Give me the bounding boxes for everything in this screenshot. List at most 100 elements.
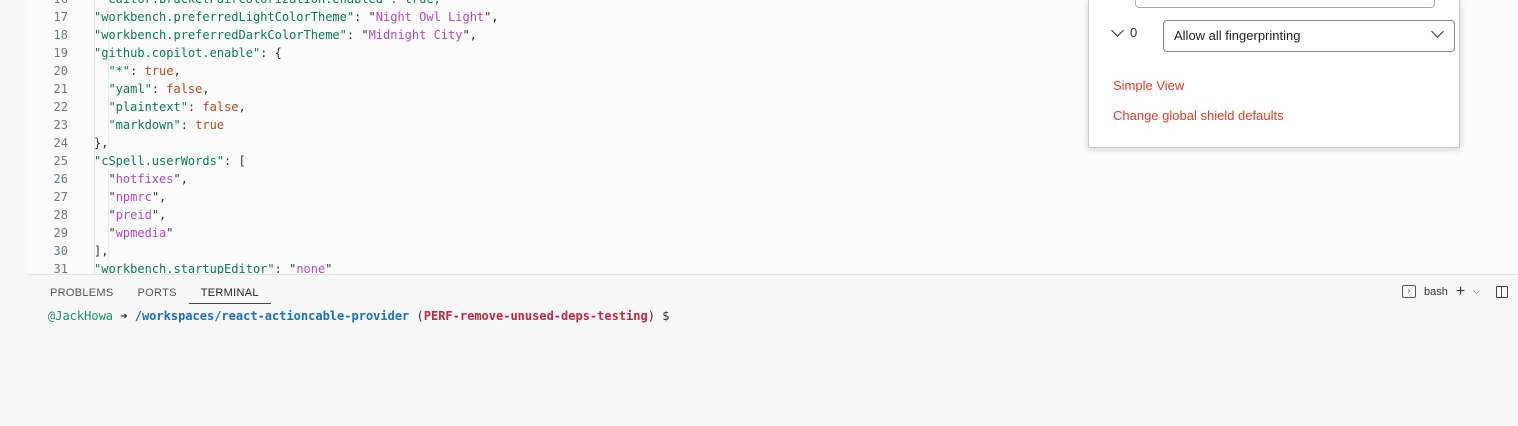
activity-bar	[0, 0, 28, 425]
shields-popup: 0 Allow all fingerprinting Simple View C…	[1088, 0, 1460, 148]
code-token: "workbench.preferredDarkColorTheme"	[94, 28, 347, 42]
split-terminal-icon[interactable]	[1496, 285, 1508, 298]
line-number: 28	[53, 208, 68, 222]
code-token: "	[166, 226, 174, 240]
code-token: "markdown"	[94, 118, 181, 132]
code-line[interactable]: 19 "github.copilot.enable": {	[28, 44, 282, 62]
code-token: ,	[173, 64, 181, 78]
line-number: 27	[53, 190, 68, 204]
code-line[interactable]: 16 "editor.bracketPairColorization.enabl…	[28, 0, 441, 8]
terminal-arrow: ➜	[120, 309, 128, 323]
chevron-down-icon	[1431, 25, 1444, 38]
line-number: 20	[53, 64, 68, 78]
code-line[interactable]: 28 "preid",	[28, 206, 167, 224]
code-token: true	[195, 118, 225, 132]
code-token: hotfixes	[115, 172, 174, 186]
code-token: "	[325, 262, 333, 274]
code-token: :	[187, 100, 203, 114]
terminal-prompt-line[interactable]: @JackHowa ➜ /workspaces/react-actioncabl…	[48, 309, 669, 323]
code-token: ],	[94, 244, 109, 258]
fingerprint-select[interactable]: Allow all fingerprinting	[1163, 20, 1455, 52]
code-line[interactable]: 22 "plaintext": false,	[28, 98, 246, 116]
code-token: ",	[173, 172, 188, 186]
line-number: 26	[53, 172, 68, 186]
chevron-down-icon[interactable]: ⌵	[1473, 286, 1480, 297]
global-defaults-link[interactable]: Change global shield defaults	[1113, 108, 1284, 123]
code-line[interactable]: 25 "cSpell.userWords": [	[28, 152, 246, 170]
line-number: 23	[53, 118, 68, 132]
code-token: "	[94, 172, 116, 186]
code-token: "plaintext"	[94, 100, 188, 114]
line-number: 31	[53, 262, 68, 274]
line-number: 19	[53, 46, 68, 60]
code-token: "workbench.preferredLightColorTheme"	[94, 10, 355, 24]
code-token: ",	[462, 28, 477, 42]
code-token: "github.copilot.enable"	[94, 46, 261, 60]
code-token: : [	[224, 154, 246, 168]
line-number: 16	[28, 0, 68, 8]
code-line[interactable]: 30],	[28, 242, 109, 260]
code-token: Midnight City	[368, 28, 463, 42]
code-token: :	[151, 82, 167, 96]
code-token: :	[130, 64, 145, 78]
line-number: 22	[53, 100, 68, 114]
code-line[interactable]: 21 "yaml": false,	[28, 80, 210, 98]
terminal-path: /workspaces/react-actioncable-provider	[134, 309, 410, 323]
simple-view-link[interactable]: Simple View	[1113, 78, 1184, 93]
line-number: 21	[53, 82, 68, 96]
code-token: "*"	[94, 64, 131, 78]
code-token: ,	[238, 100, 246, 114]
fingerprint-count[interactable]: 0	[1111, 24, 1138, 40]
code-line[interactable]: 26 "hotfixes",	[28, 170, 188, 188]
line-number: 24	[53, 136, 68, 150]
code-token: "cSpell.userWords"	[94, 154, 225, 168]
code-line[interactable]: 18 "workbench.preferredDarkColorTheme": "…	[28, 26, 477, 44]
shell-label[interactable]: bash	[1424, 286, 1448, 298]
code-token: "	[94, 190, 116, 204]
code-line[interactable]: 27 "npmrc",	[28, 188, 167, 206]
code-token: "	[94, 226, 116, 240]
tab-ports[interactable]: PORTS	[126, 283, 189, 304]
code-line[interactable]: 20 "*": true,	[28, 62, 181, 80]
line-number: 17	[53, 10, 68, 24]
code-token: false	[202, 100, 239, 114]
panel-tabs: PROBLEMS PORTS TERMINAL	[50, 283, 271, 304]
code-token: : {	[260, 46, 282, 60]
fingerprint-select-value: Allow all fingerprinting	[1174, 28, 1301, 43]
code-line[interactable]: 31 "workbench.startupEditor": "none"	[28, 260, 333, 274]
chevron-down-icon	[1111, 24, 1124, 37]
code-line[interactable]: 17 "workbench.preferredLightColorTheme": …	[28, 8, 499, 26]
terminal-icon: ›	[1401, 285, 1416, 298]
line-number: 25	[53, 154, 68, 168]
line-number: 29	[53, 226, 68, 240]
code-token: true	[144, 64, 174, 78]
code-token: npmrc	[115, 190, 152, 204]
fingerprint-count-value: 0	[1130, 25, 1138, 40]
code-token: "yaml"	[94, 82, 152, 96]
tab-terminal[interactable]: TERMINAL	[188, 283, 271, 304]
code-token: },	[94, 136, 109, 150]
code-line[interactable]: 23 "markdown": true	[28, 116, 225, 134]
code-token: "	[94, 208, 116, 222]
plus-icon[interactable]: +	[1456, 284, 1465, 300]
code-token: : "	[354, 10, 376, 24]
terminal-user: @JackHowa	[48, 309, 114, 323]
line-number: 18	[53, 28, 68, 42]
terminal-branch-open: (	[416, 309, 424, 323]
code-token: :	[180, 118, 196, 132]
code-token: : "	[274, 262, 297, 274]
code-token: ",	[484, 10, 499, 24]
code-token: none	[296, 262, 326, 274]
code-line[interactable]: 29 "wpmedia"	[28, 224, 174, 242]
code-token: "editor.bracketPairColorization.enabled"…	[94, 0, 441, 6]
previous-select[interactable]	[1135, 0, 1435, 8]
code-token: false	[166, 82, 203, 96]
code-token: ",	[151, 190, 167, 204]
code-token: ,	[202, 82, 210, 96]
code-token: wpmedia	[115, 226, 167, 240]
line-number: 30	[53, 244, 68, 258]
panel-actions: › bash + ⌵	[1401, 284, 1508, 300]
code-line[interactable]: 24},	[28, 134, 109, 152]
bottom-panel: PROBLEMS PORTS TERMINAL › bash + ⌵ @Jack…	[28, 274, 1518, 426]
tab-problems[interactable]: PROBLEMS	[50, 283, 126, 304]
